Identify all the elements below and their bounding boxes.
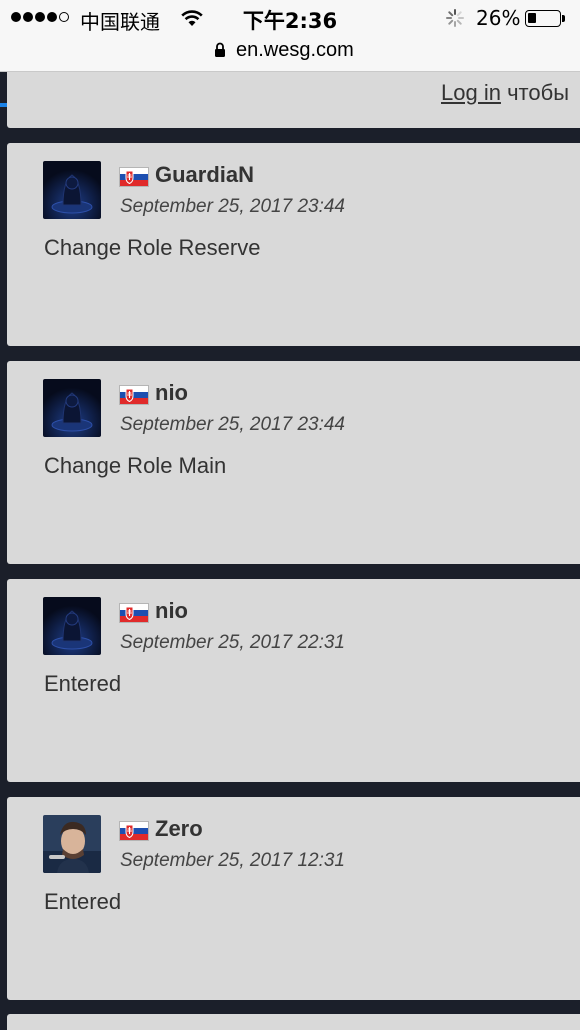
username[interactable]: GuardiaN — [155, 162, 254, 188]
activity-message: Entered — [44, 671, 122, 696]
next-card-edge — [7, 1014, 580, 1030]
avatar[interactable] — [43, 815, 101, 873]
timestamp: September 25, 2017 22:31 — [120, 632, 346, 653]
feed-card: Zero September 25, 2017 12:31 Entered — [7, 797, 580, 1000]
username[interactable]: Zero — [155, 816, 203, 842]
status-bar: 中国联通 下午2:36 26% — [0, 0, 580, 36]
slovakia-flag-icon — [119, 385, 149, 405]
avatar[interactable] — [43, 161, 101, 219]
timestamp: September 25, 2017 12:31 — [120, 850, 346, 871]
lock-icon — [215, 42, 225, 57]
activity-message: Change Role Reserve — [44, 235, 261, 260]
feed-area: Log in чтобы GuardiaN September 25, 2017 … — [0, 72, 580, 1030]
feed-card: nio September 25, 2017 23:44 Change Role M… — [7, 361, 580, 564]
timestamp: September 25, 2017 23:44 — [120, 196, 346, 217]
login-prompt-suffix: чтобы — [507, 80, 570, 105]
username[interactable]: nio — [155, 380, 188, 406]
activity-spinner-icon — [446, 9, 464, 27]
login-link[interactable]: Log in — [441, 80, 501, 105]
feed-card: GuardiaN September 25, 2017 23:44 Change R… — [7, 143, 580, 346]
battery-icon — [525, 10, 561, 27]
url-text[interactable]: en.wesg.com — [236, 39, 354, 62]
feed-card: nio September 25, 2017 22:31 Entered — [7, 579, 580, 782]
activity-message: Entered — [44, 889, 122, 914]
slovakia-flag-icon — [119, 167, 149, 187]
activity-message: Change Role Main — [44, 453, 227, 478]
avatar[interactable] — [43, 597, 101, 655]
timestamp: September 25, 2017 23:44 — [120, 414, 346, 435]
slovakia-flag-icon — [119, 821, 149, 841]
username[interactable]: nio — [155, 598, 188, 624]
avatar[interactable] — [43, 379, 101, 437]
battery-percentage: 26% — [476, 6, 521, 30]
slovakia-flag-icon — [119, 603, 149, 623]
address-bar[interactable]: en.wesg.com — [0, 36, 580, 107]
login-prompt: Log in чтобы — [7, 72, 580, 128]
